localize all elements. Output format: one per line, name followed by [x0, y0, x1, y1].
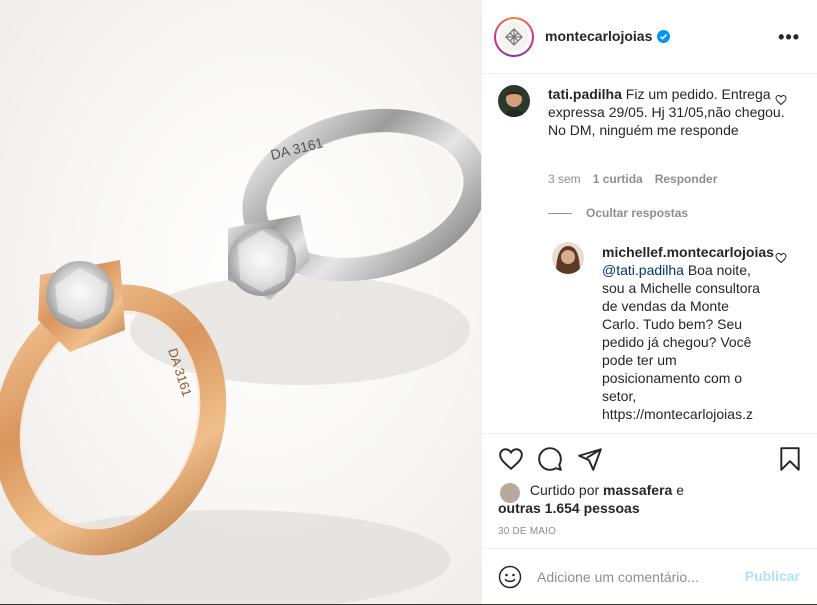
post-sidebar: montecarlojoias ••• tati.padilha Fiz um …: [481, 0, 817, 604]
post-actions: Curtido por massafera e outras 1.654 pes…: [482, 433, 817, 604]
reply-body: michellef.montecarlojoias @tati.padilha …: [602, 243, 774, 423]
verified-icon: [657, 29, 671, 43]
more-options-icon[interactable]: •••: [778, 28, 800, 46]
comment-likes[interactable]: 1 curtida: [593, 172, 643, 186]
comment-meta: 3 sem 1 curtida Responder: [548, 172, 717, 186]
reply-like-icon[interactable]: [775, 252, 787, 264]
post-image[interactable]: DA 3161 DA 3161: [0, 0, 481, 604]
share-icon[interactable]: [577, 446, 603, 472]
divider-line: [548, 212, 572, 214]
commenter-avatar[interactable]: [498, 85, 530, 117]
comments-list: tati.padilha Fiz um pedido. Entrega expr…: [482, 75, 817, 433]
account-name[interactable]: montecarlojoias: [545, 28, 652, 44]
likes-summary: Curtido por massafera e outras 1.654 pes…: [498, 481, 684, 517]
rings-photo: DA 3161 DA 3161: [0, 108, 481, 604]
hide-replies-label: Ocultar respostas: [586, 206, 689, 220]
account-handle[interactable]: montecarlojoias: [545, 28, 671, 44]
reply-avatar[interactable]: [552, 242, 584, 274]
comment-username[interactable]: tati.padilha: [548, 86, 622, 102]
reply-text: Boa noite, sou a Michelle consultora de …: [602, 262, 760, 422]
likes-connector: e: [676, 482, 685, 498]
likes-prefix: Curtido por: [529, 482, 600, 498]
reply-mention[interactable]: @tati.padilha: [602, 262, 684, 278]
hide-replies-button[interactable]: Ocultar respostas: [548, 206, 688, 220]
heart-icon[interactable]: [498, 446, 524, 472]
comment-icon[interactable]: [537, 446, 563, 472]
post-header: montecarlojoias •••: [482, 0, 817, 74]
emoji-icon[interactable]: [498, 565, 522, 589]
account-avatar[interactable]: [494, 17, 534, 57]
reply-button[interactable]: Responder: [655, 172, 718, 186]
comment-composer: Publicar: [482, 548, 817, 605]
comment-body: tati.padilha Fiz um pedido. Entrega expr…: [548, 85, 788, 139]
bookmark-icon[interactable]: [777, 446, 803, 472]
brand-logo-icon: [499, 22, 529, 52]
comment-like-icon[interactable]: [775, 94, 787, 106]
comment-input[interactable]: [537, 567, 737, 587]
reply-username[interactable]: michellef.montecarlojoias: [602, 244, 774, 260]
post-modal: DA 3161 DA 3161 montecarlojoias ••• tati…: [0, 0, 817, 604]
comment-time[interactable]: 3 sem: [548, 172, 581, 186]
publish-button[interactable]: Publicar: [745, 568, 800, 584]
post-date[interactable]: 30 DE MAIO: [498, 526, 556, 537]
liker-username[interactable]: massafera: [603, 482, 672, 498]
likes-count[interactable]: outras 1.654 pessoas: [498, 500, 640, 516]
